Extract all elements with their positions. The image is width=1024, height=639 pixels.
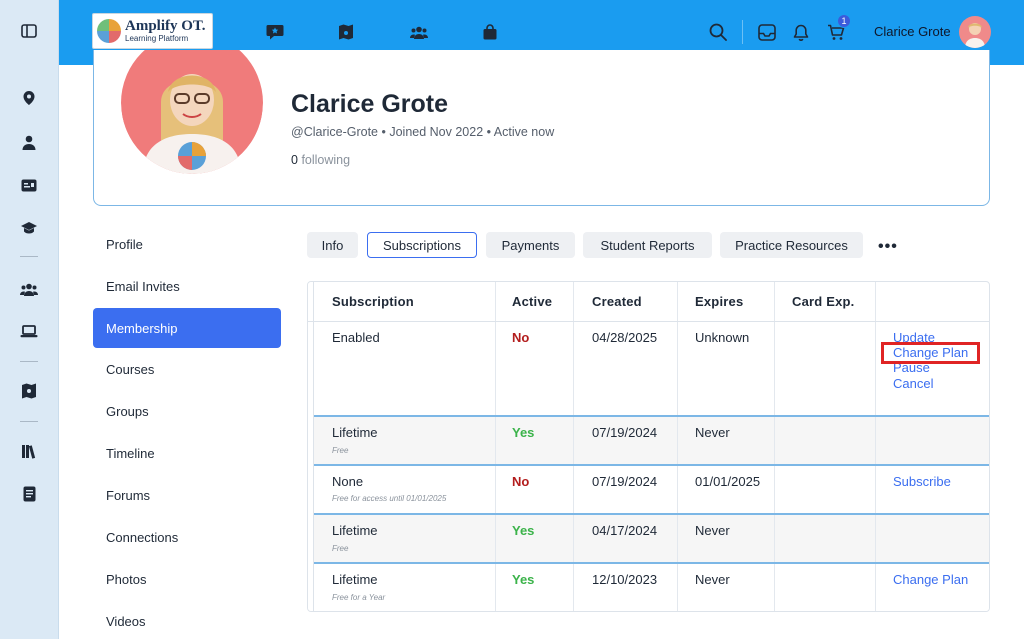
tab-student-reports[interactable]: Student Reports <box>583 232 712 258</box>
header-active: Active <box>512 294 553 309</box>
tab-subscriptions[interactable]: Subscriptions <box>367 232 477 258</box>
menu-item-timeline[interactable]: Timeline <box>93 433 281 473</box>
menu-item-connections[interactable]: Connections <box>93 517 281 557</box>
cell-active: No <box>512 330 530 345</box>
header-card-exp: Card Exp. <box>792 294 855 309</box>
menu-item-groups[interactable]: Groups <box>93 391 281 431</box>
change-plan-highlight <box>881 342 980 364</box>
rail-divider <box>20 361 38 362</box>
cell-active: Yes <box>512 523 535 538</box>
change-plan-link[interactable]: Change Plan <box>893 572 968 587</box>
groups-icon[interactable] <box>409 22 429 42</box>
row-divider <box>314 415 989 417</box>
id-card-icon[interactable] <box>20 176 38 194</box>
menu-item-photos[interactable]: Photos <box>93 559 281 599</box>
menu-item-videos[interactable]: Videos <box>93 601 281 639</box>
search-icon[interactable] <box>708 22 728 42</box>
cell-subnote: Free <box>332 446 349 455</box>
tab-info[interactable]: Info <box>307 232 358 258</box>
cell-subnote: Free for a Year <box>332 593 386 602</box>
inbox-icon[interactable] <box>757 22 777 42</box>
document-list-icon[interactable] <box>20 485 38 503</box>
header-expires: Expires <box>695 294 744 309</box>
profile-user-icon[interactable] <box>20 133 38 151</box>
row-divider <box>314 513 989 515</box>
cell-created: 07/19/2024 <box>592 474 658 489</box>
menu-item-courses[interactable]: Courses <box>93 349 281 389</box>
subscriptions-table: Subscription Active Created Expires Card… <box>307 281 990 612</box>
logo-subtitle: Learning Platform <box>125 34 189 43</box>
tab-payments[interactable]: Payments <box>486 232 575 258</box>
cell-active: Yes <box>512 425 535 440</box>
location-pin-icon[interactable] <box>20 89 38 107</box>
header-created: Created <box>592 294 642 309</box>
header-divider <box>742 20 743 44</box>
notification-bell-icon[interactable] <box>791 22 811 42</box>
cell-created: 04/28/2025 <box>592 330 658 345</box>
left-icon-rail <box>0 0 59 639</box>
message-star-icon[interactable] <box>265 22 285 42</box>
profile-name: Clarice Grote <box>291 90 449 118</box>
cart-count-badge: 1 <box>837 14 851 28</box>
header-subscription: Subscription <box>332 294 414 309</box>
laptop-icon[interactable] <box>20 322 38 340</box>
logo-mark-icon <box>97 19 121 43</box>
amplify-ot-logo[interactable]: Amplify OT. Learning Platform <box>92 13 213 49</box>
header-username[interactable]: Clarice Grote <box>874 24 951 39</box>
cell-created: 04/17/2024 <box>592 523 658 538</box>
menu-item-forums[interactable]: Forums <box>93 475 281 515</box>
following-number: 0 <box>291 153 298 167</box>
cell-subnote: Free for access until 01/01/2025 <box>332 494 447 503</box>
profile-meta: @Clarice-Grote • Joined Nov 2022 • Activ… <box>291 125 555 139</box>
following-label: following <box>301 153 351 167</box>
logo-title: Amplify OT. <box>125 18 206 34</box>
menu-item-membership[interactable]: Membership <box>93 308 281 348</box>
cell-expires: Unknown <box>695 330 750 345</box>
cancel-link[interactable]: Cancel <box>893 376 933 391</box>
cell-subscription: None <box>332 474 364 489</box>
map-icon[interactable] <box>336 22 356 42</box>
cell-created: 07/19/2024 <box>592 425 658 440</box>
rail-divider <box>20 421 38 422</box>
header-divider <box>308 321 989 322</box>
cell-active: Yes <box>512 572 535 587</box>
menu-item-profile[interactable]: Profile <box>93 224 281 264</box>
cell-subscription: Lifetime <box>332 523 378 538</box>
cell-subnote: Free <box>332 544 349 553</box>
cell-expires: Never <box>695 425 730 440</box>
row-divider <box>314 464 989 466</box>
cell-active: No <box>512 474 530 489</box>
map-icon[interactable] <box>20 382 38 400</box>
rail-divider <box>20 256 38 257</box>
following-count[interactable]: 0 following <box>291 153 350 167</box>
subscribe-link[interactable]: Subscribe <box>893 474 951 489</box>
cell-expires: 01/01/2025 <box>695 474 761 489</box>
menu-item-email-invites[interactable]: Email Invites <box>93 266 281 306</box>
tab-practice-resources[interactable]: Practice Resources <box>720 232 863 258</box>
row-divider <box>314 562 989 564</box>
more-options-icon[interactable]: ••• <box>878 238 898 256</box>
cell-expires: Never <box>695 572 730 587</box>
cell-subscription: Lifetime <box>332 425 378 440</box>
graduation-cap-icon[interactable] <box>20 219 38 237</box>
cell-subscription: Lifetime <box>332 572 378 587</box>
library-books-icon[interactable] <box>20 442 38 460</box>
groups-icon[interactable] <box>20 280 38 298</box>
shopping-bag-icon[interactable] <box>480 22 500 42</box>
sidebar-toggle-icon[interactable] <box>20 22 38 40</box>
cell-subscription: Enabled <box>332 330 380 345</box>
header-avatar[interactable] <box>959 16 991 48</box>
cell-expires: Never <box>695 523 730 538</box>
cell-created: 12/10/2023 <box>592 572 658 587</box>
